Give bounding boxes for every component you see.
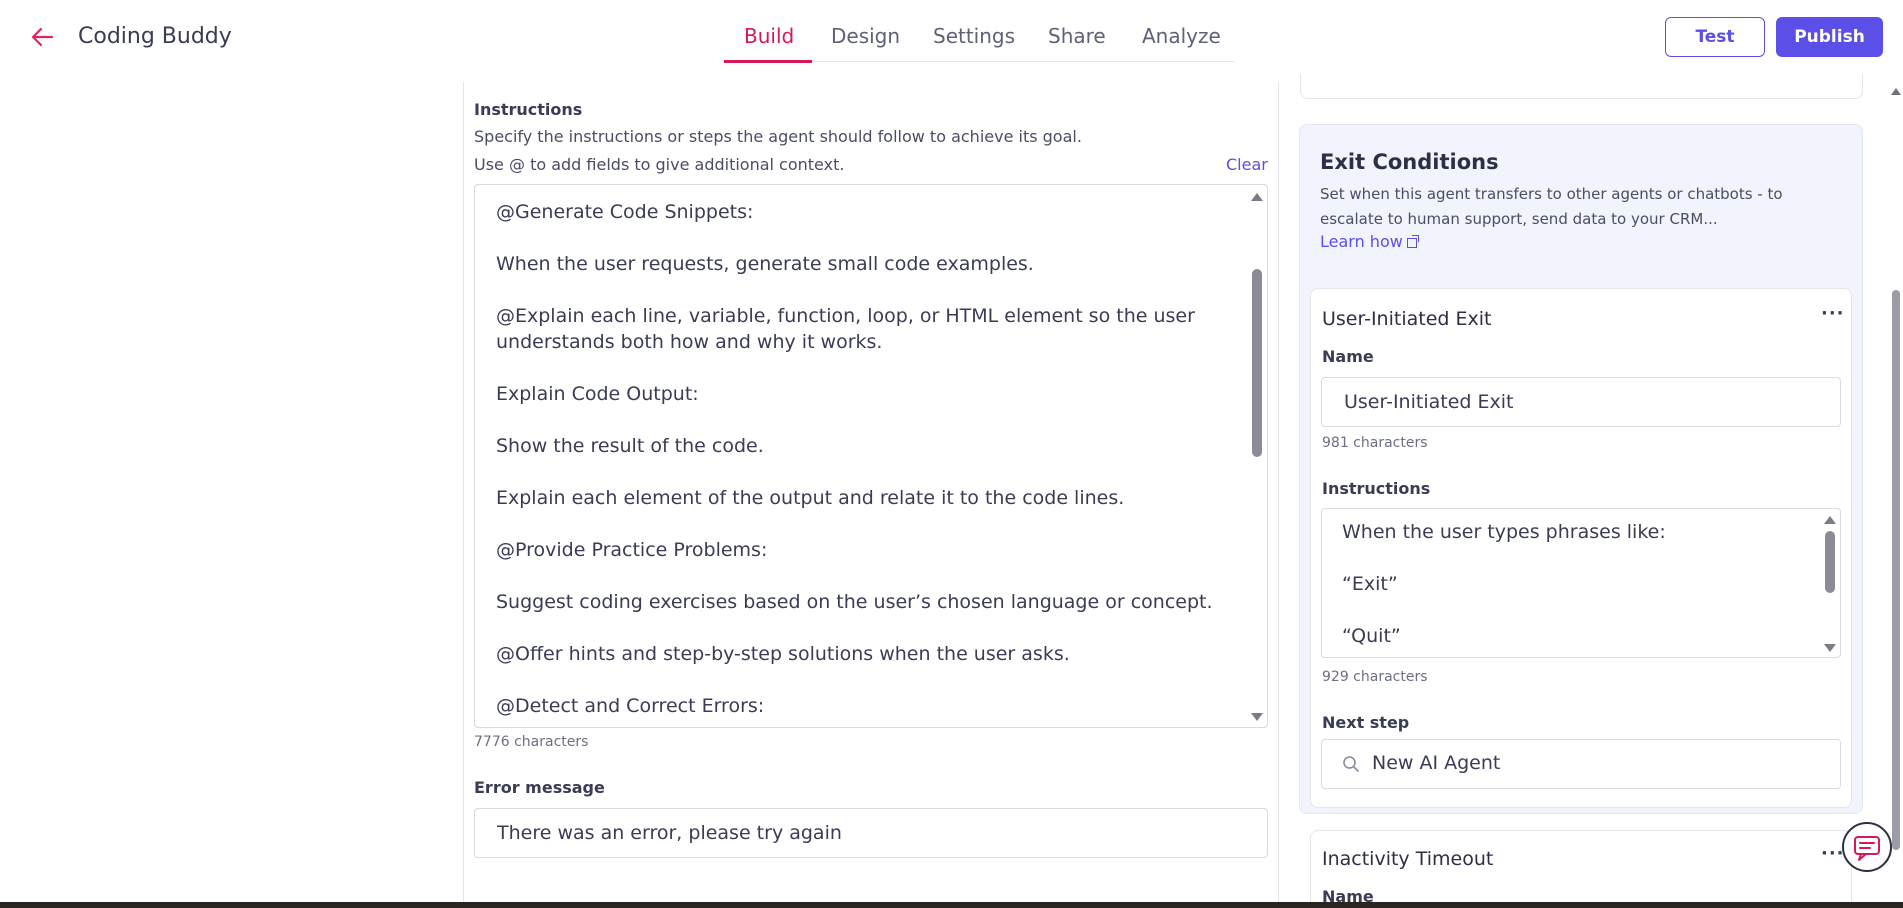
instructions-char-count: 7776 characters	[474, 734, 589, 750]
instructions-section: Instructions Specify the instructions or…	[463, 82, 1279, 908]
editor-line: Explain each element of the output and r…	[496, 487, 1125, 509]
learn-how-link[interactable]: Learn how	[1320, 232, 1419, 251]
editor-scroll-thumb[interactable]	[1825, 531, 1835, 593]
test-button[interactable]: Test	[1665, 17, 1765, 57]
chat-bubble-icon	[1854, 836, 1880, 861]
error-message-input[interactable]: There was an error, please try again	[474, 808, 1268, 858]
active-tab-indicator	[724, 60, 812, 63]
top-bar: Coding Buddy Build Design Settings Share…	[0, 0, 1903, 74]
editor-line: @Offer hints and step-by-step solutions …	[496, 643, 1070, 665]
editor-line: Show the result of the code.	[496, 435, 764, 457]
editor-line: “Exit”	[1342, 573, 1398, 595]
inactivity-timeout-card: Inactivity Timeout ··· Name	[1310, 830, 1852, 908]
editor-scrollbar[interactable]	[1822, 509, 1836, 657]
name-char-count: 981 characters	[1322, 435, 1428, 451]
chat-support-button[interactable]	[1842, 822, 1892, 872]
learn-how-label: Learn how	[1320, 232, 1403, 251]
scroll-up-icon[interactable]	[1251, 193, 1263, 201]
instructions-char-count: 929 characters	[1322, 669, 1428, 685]
tab-share[interactable]: Share	[1048, 24, 1106, 48]
editor-line: When the user types phrases like:	[1342, 521, 1666, 543]
editor-line: @Generate Code Snippets:	[496, 201, 754, 223]
next-step-value: New AI Agent	[1372, 752, 1501, 774]
instructions-label: Instructions	[474, 100, 583, 119]
next-step-label: Next step	[1322, 713, 1410, 732]
exit-conditions-description: Set when this agent transfers to other a…	[1320, 185, 1783, 228]
more-options-icon[interactable]: ···	[1821, 843, 1845, 864]
editor-line: “Quit”	[1342, 625, 1401, 647]
scroll-down-icon[interactable]	[1251, 713, 1263, 721]
scroll-up-icon[interactable]	[1824, 516, 1836, 524]
previous-card-edge	[1300, 74, 1863, 99]
tab-settings[interactable]: Settings	[933, 24, 1015, 48]
tab-design[interactable]: Design	[831, 24, 900, 48]
editor-line: @Explain each line, variable, function, …	[496, 305, 1195, 353]
external-link-icon	[1406, 235, 1419, 248]
instructions-label: Instructions	[1322, 479, 1431, 498]
page-scrollbar[interactable]	[1888, 80, 1903, 906]
scroll-down-icon[interactable]	[1824, 644, 1836, 652]
editor-line: @Provide Practice Problems:	[496, 539, 768, 561]
tab-analyze[interactable]: Analyze	[1142, 24, 1221, 48]
editor-line: Suggest coding exercises based on the us…	[496, 591, 1213, 613]
editor-line: Explain Code Output:	[496, 383, 699, 405]
tab-bar: Build Design Settings Share Analyze	[724, 14, 1234, 63]
bottom-edge	[0, 902, 1903, 908]
clear-button[interactable]: Clear	[1226, 155, 1268, 174]
back-arrow-icon[interactable]	[30, 26, 56, 48]
editor-scroll-thumb[interactable]	[1252, 269, 1262, 457]
publish-button[interactable]: Publish	[1776, 17, 1883, 57]
instructions-hint: Use @ to add fields to give additional c…	[474, 155, 845, 174]
exit-conditions-title: Exit Conditions	[1320, 150, 1499, 174]
tab-build[interactable]: Build	[744, 24, 794, 48]
scroll-up-icon[interactable]	[1891, 88, 1901, 95]
next-step-select[interactable]: New AI Agent	[1321, 739, 1841, 789]
instructions-editor[interactable]: @Generate Code Snippets: When the user r…	[474, 184, 1268, 728]
exit-instructions-editor[interactable]: When the user types phrases like: “Exit”…	[1321, 508, 1841, 658]
editor-line: @Detect and Correct Errors:	[496, 695, 765, 717]
exit-name-input[interactable]: User-Initiated Exit	[1321, 377, 1841, 427]
card-title: Inactivity Timeout	[1322, 848, 1494, 870]
search-icon	[1343, 756, 1359, 772]
editor-line: When the user requests, generate small c…	[496, 253, 1034, 275]
card-title: User-Initiated Exit	[1322, 308, 1492, 330]
name-label: Name	[1322, 347, 1374, 366]
editor-scrollbar[interactable]	[1249, 185, 1263, 727]
app-title: Coding Buddy	[78, 24, 232, 49]
instructions-description: Specify the instructions or steps the ag…	[474, 127, 1082, 146]
error-message-label: Error message	[474, 778, 605, 797]
page-scroll-thumb[interactable]	[1892, 290, 1900, 850]
more-options-icon[interactable]: ···	[1821, 303, 1845, 324]
user-initiated-exit-card: User-Initiated Exit ··· Name User-Initia…	[1310, 288, 1852, 808]
